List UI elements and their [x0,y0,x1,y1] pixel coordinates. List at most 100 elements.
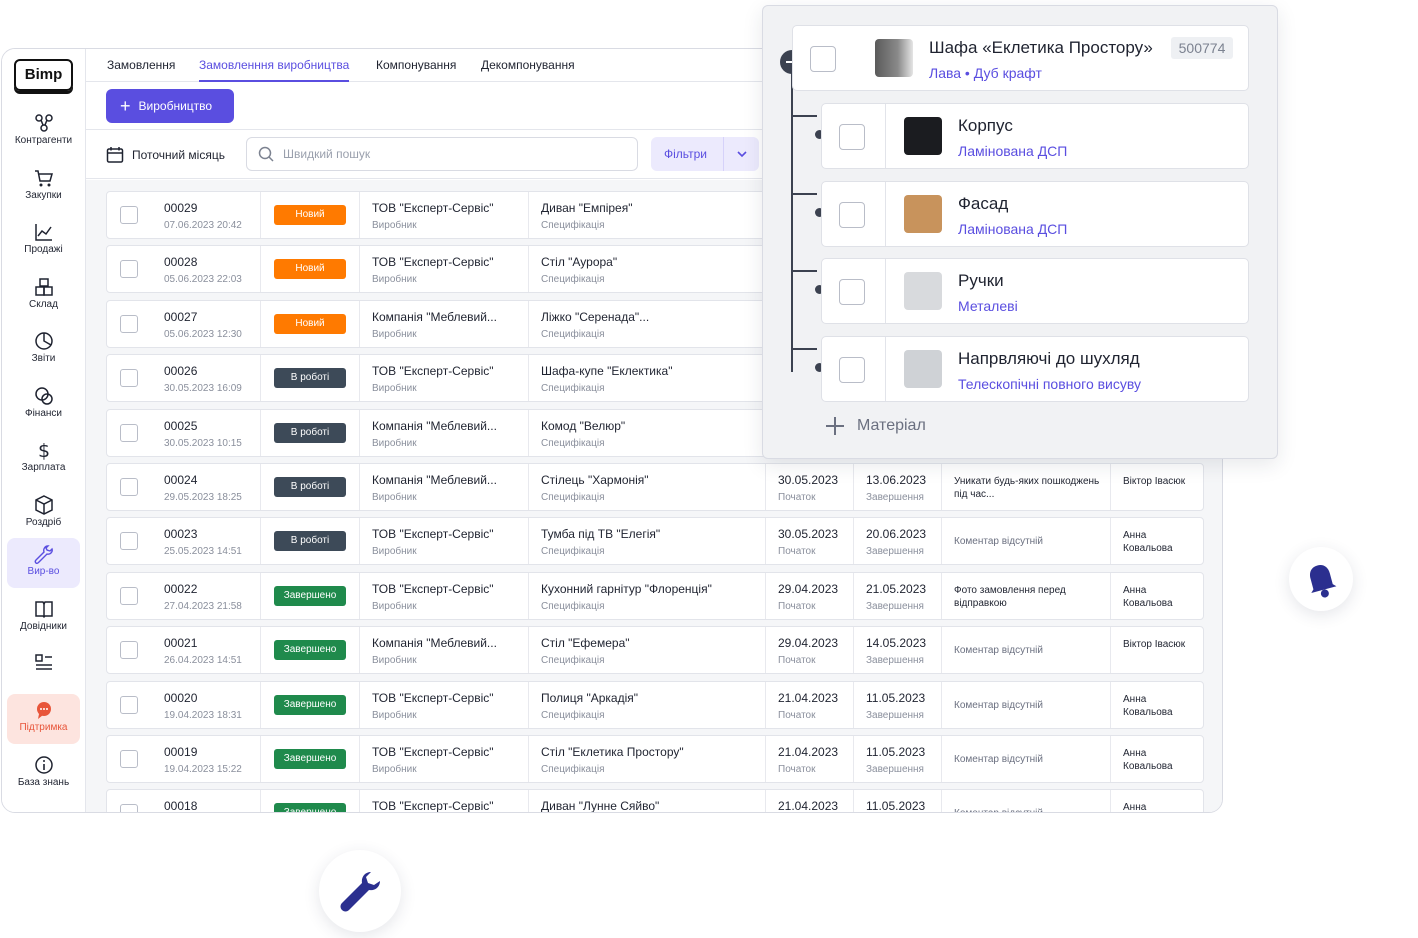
bom-component-card[interactable]: Ручки Металеві [821,258,1249,325]
bom-component-card[interactable]: Напрвляючі до шухляд Телескопічні повного… [821,335,1249,402]
sidebar-item-7[interactable]: Роздріб [7,489,80,539]
sidebar-item-0[interactable]: Контрагенти [7,107,80,157]
bimp-logo[interactable]: Bimp [14,59,73,91]
table-row[interactable]: 00018 Завершено ТОВ "Експерт-Сервіс" Диван … [106,789,1204,812]
specification-link[interactable]: Специфікація [541,710,604,721]
sidebar-item-1[interactable]: Закупки [7,162,80,212]
sidebar-item-2[interactable]: Продажі [7,216,80,266]
component-checkbox[interactable] [839,124,865,150]
row-checkbox[interactable] [120,423,138,442]
support-chat-icon [36,702,51,719]
wrench-icon [340,872,380,912]
search-placeholder: Швидкий пошук [283,147,371,161]
chevron-down-icon[interactable] [735,137,749,184]
reports-pie-icon [34,332,53,350]
sidebar-item-3[interactable]: Склад [7,271,80,321]
specification-link[interactable]: Специфікація [541,383,604,394]
start-date: 21.04.2023 [778,690,839,705]
search-input[interactable]: Швидкий пошук [246,137,638,171]
end-label: Завершення [866,655,924,667]
order-number: 00028 [164,255,198,270]
specification-link[interactable]: Специфікація [541,274,604,285]
sidebar-item-10[interactable] [7,647,80,697]
component-thumbnail [904,194,942,233]
sidebar-item-9[interactable]: Довідники [7,593,80,643]
counterparty-role: Виробник [372,274,417,286]
tab-orders[interactable]: Замовлення [107,58,175,82]
article-code: 500774 [1171,37,1233,59]
row-checkbox[interactable] [120,478,138,496]
component-checkbox[interactable] [839,201,865,228]
product-name: Ліжко "Серенада"... [541,309,650,324]
bom-root-card[interactable]: Шафа «Еклетика Простору» Лава • Дуб краф… [792,25,1249,91]
table-row[interactable]: 00023 25.05.2023 14:51 В роботі ТОВ "Експер… [106,517,1204,566]
specification-link[interactable]: Специфікація [541,601,604,612]
tab-assembly[interactable]: Компонування [376,58,456,82]
specification-link[interactable]: Специфікація [541,492,604,503]
sidebar-item-11[interactable]: Підтримка [7,694,80,744]
add-production-button[interactable]: + Виробництво [106,89,234,123]
book-icon [34,601,53,619]
specification-link[interactable]: Специфікація [541,655,604,666]
sidebar-item-4[interactable]: Звіти [7,325,80,375]
specification-link[interactable]: Специфікація [541,329,604,340]
cell-0: 00028 05.06.2023 22:03 [107,246,261,293]
cart-icon [34,170,53,187]
counterparty-name: Компанія "Меблевий... [372,636,497,651]
specification-link[interactable]: Специфікація [541,220,604,231]
grid-list-icon [34,654,52,670]
row-checkbox[interactable] [120,641,138,660]
tab-disassembly[interactable]: Декомпонування [481,58,575,82]
table-row[interactable]: 00019 19.04.2023 15:22 Завершено ТОВ "Експе… [106,735,1204,783]
row-checkbox[interactable] [120,586,138,605]
order-datetime: 30.05.2023 16:09 [164,383,242,395]
end-date: 14.05.2023 [866,636,927,651]
cell-5: 11.05.2023 [854,790,942,812]
order-datetime: 29.05.2023 18:25 [164,492,242,503]
sidebar-item-5[interactable]: Фінанси [7,380,80,430]
sidebar-item-8[interactable]: Вир-во [7,538,80,588]
row-checkbox[interactable] [120,695,138,714]
table-row[interactable]: 00022 27.04.2023 21:58 Завершено ТОВ "Експе… [106,571,1204,620]
component-checkbox[interactable] [839,356,865,383]
sidebar-item-label: Закупки [25,190,62,201]
tab-production-orders[interactable]: Замовленння виробництва [199,58,350,82]
row-checkbox[interactable] [120,750,138,768]
sidebar-item-12[interactable]: База знань [7,749,80,799]
table-row[interactable]: 00021 26.04.2023 14:51 Завершено Компанія "… [106,626,1205,675]
specification-link[interactable]: Специфікація [541,438,604,449]
cell-3: Диван "Лунне Сяйво" [529,790,766,812]
sidebar-item-label: Склад [29,299,58,310]
bom-component-card[interactable]: Корпус Ламінована ДСП [821,103,1249,169]
row-checkbox[interactable] [120,369,138,388]
row-checkbox[interactable] [120,804,138,812]
bom-component-card[interactable]: Фасад Ламінована ДСП [821,180,1249,247]
order-datetime: 07.06.2023 20:42 [164,220,242,231]
product-name: Полиця "Аркадія" [541,690,638,705]
production-tool-button[interactable] [319,850,401,932]
comment-text: Коментар відсутній [954,699,1043,711]
notification-button[interactable] [1289,547,1353,611]
root-checkbox[interactable] [810,46,836,72]
sidebar-item-6[interactable]: $ Зарплата [7,434,80,484]
cell-6: Коментар відсутній [942,518,1111,565]
table-row[interactable]: 00024 29.05.2023 18:25 В роботі Компанія "М… [106,463,1204,511]
specification-link[interactable]: Специфікація [541,546,604,557]
component-checkbox[interactable] [839,279,865,306]
cell-6: Коментар відсутній [942,790,1111,812]
card-divider [885,104,886,168]
table-row[interactable]: 00020 19.04.2023 18:31 Завершено ТОВ "Експе… [106,680,1204,729]
add-material-button[interactable]: Матеріал [825,416,926,436]
filters-button[interactable]: Фільтри [651,137,759,171]
cell-7: Віктор Івасюк [1111,627,1205,673]
cell-6: Коментар відсутній [942,681,1111,728]
row-checkbox[interactable] [120,532,138,551]
row-checkbox[interactable] [120,314,138,333]
end-label: Завершення [866,709,924,721]
period-selector[interactable]: Поточний місяць [106,146,225,164]
specification-link[interactable]: Специфікація [541,764,604,775]
status-badge: Завершено [274,585,346,606]
row-checkbox[interactable] [120,206,138,224]
row-checkbox[interactable] [120,260,138,279]
cell-0: 00021 26.04.2023 14:51 [107,627,261,674]
